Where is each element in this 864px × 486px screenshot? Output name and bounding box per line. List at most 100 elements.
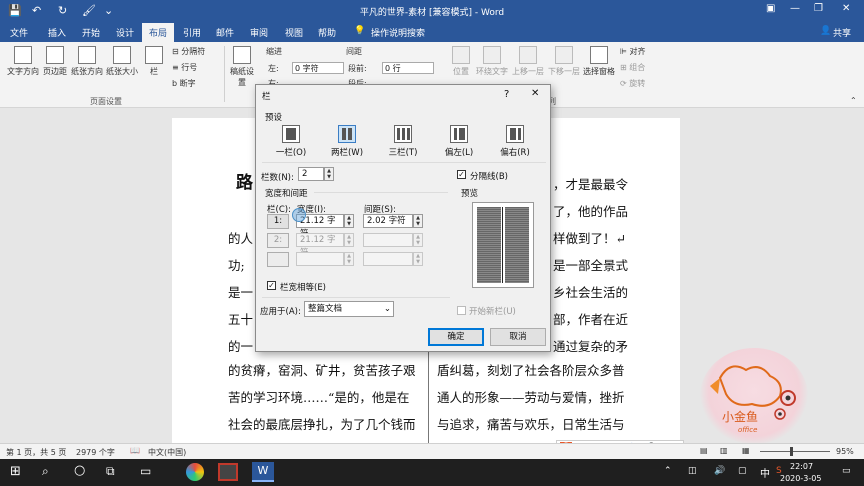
volume-icon[interactable]: 🔊 (714, 466, 725, 476)
chrome-icon[interactable] (186, 463, 204, 481)
notification-icon[interactable]: ▭ (842, 466, 851, 476)
zoom-slider-thumb[interactable] (790, 447, 793, 456)
columns-count-spinner[interactable]: ▲ ▼ (324, 167, 334, 181)
ribbon-display-icon[interactable]: ▣ (766, 3, 775, 14)
tab-help[interactable]: 帮助 (318, 26, 336, 39)
margins-button[interactable]: 页边距 (40, 46, 70, 77)
preset-one[interactable]: 一栏(O) (272, 125, 310, 158)
print-layout-icon[interactable]: ▥ (720, 446, 728, 455)
column-3-spacing-input[interactable] (363, 252, 413, 266)
hyphenation-button[interactable]: b 断字 (172, 78, 196, 89)
manuscript-button[interactable]: 稿纸设置 (230, 46, 254, 88)
page-count[interactable]: 第 1 页，共 5 页 (6, 447, 66, 458)
spacing-before-input[interactable]: 0 行 (382, 62, 434, 74)
cortana-icon[interactable]: ○ (74, 463, 85, 478)
send-backward-button[interactable]: 下移一层 (546, 46, 582, 77)
column-2-width-input[interactable]: 21.12 字符 (296, 233, 344, 258)
web-layout-icon[interactable]: ▦ (742, 446, 750, 455)
selection-pane-icon (590, 46, 608, 64)
position-button[interactable]: 位置 (448, 46, 474, 77)
wrap-text-button[interactable]: 环绕文字 (474, 46, 510, 77)
dialog-close-button[interactable]: ✕ (531, 88, 539, 99)
breaks-button[interactable]: ⊟ 分隔符 (172, 46, 205, 57)
tab-file[interactable]: 文件 (10, 26, 28, 39)
tab-view[interactable]: 视图 (285, 26, 303, 39)
preset-two[interactable]: 两栏(W) (328, 125, 366, 158)
tab-review[interactable]: 审阅 (250, 26, 268, 39)
tray-app-icon[interactable]: ▢ (738, 466, 747, 476)
separator-checkbox[interactable]: ✓ (457, 170, 466, 179)
align-button[interactable]: ⊫ 对齐 (620, 46, 646, 57)
column-1-spacing-input[interactable]: 2.02 字符 (363, 214, 413, 228)
input-method-icon[interactable]: 中 (760, 465, 770, 480)
recorder-icon[interactable] (218, 463, 238, 481)
start-icon[interactable]: ⊞ (10, 464, 21, 479)
column-2-spacing-spinner[interactable]: ▲ ▼ (413, 233, 423, 247)
tell-me-search[interactable]: 操作说明搜索 (371, 26, 425, 39)
tab-insert[interactable]: 插入 (48, 26, 66, 39)
group-button[interactable]: ⊞ 组合 (620, 62, 645, 73)
right-line: ，才是最最令 (553, 177, 629, 192)
tray-chevron-icon[interactable]: ⌃ (664, 466, 672, 476)
cursor-highlight (292, 208, 306, 222)
rotate-button[interactable]: ⟳ 旋转 (620, 78, 645, 89)
width-spacing-label: 宽度和间距 (265, 189, 308, 199)
help-button[interactable]: ? (504, 89, 509, 100)
equal-width-checkbox[interactable]: ✓ (267, 281, 276, 290)
ok-button[interactable]: 确定 (428, 328, 484, 346)
column-2-width-spinner[interactable]: ▲ ▼ (344, 233, 354, 247)
column-2-spacing-input[interactable] (363, 233, 413, 247)
column-3-width-input[interactable] (296, 252, 344, 266)
size-button[interactable]: 纸张大小 (104, 46, 140, 77)
divider (314, 192, 448, 193)
file-explorer-icon[interactable]: ▭ (140, 464, 151, 478)
apply-to-select[interactable]: 整篇文档 ⌄ (304, 301, 394, 317)
column-1-width-spinner[interactable]: ▲ ▼ (344, 214, 354, 228)
word-count[interactable]: 2979 个字 (76, 447, 115, 458)
orientation-button[interactable]: 纸张方向 (70, 46, 104, 77)
tab-design[interactable]: 设计 (116, 26, 134, 39)
language-status[interactable]: 中文(中国) (148, 447, 186, 458)
new-column-checkbox[interactable] (457, 306, 466, 315)
rotate-icon: ⟳ (620, 79, 630, 88)
column-1-spacing-spinner[interactable]: ▲ ▼ (413, 214, 423, 228)
preset-left-icon (450, 125, 468, 143)
apply-to-label: 应用于(A): (260, 307, 301, 317)
line-numbers-button[interactable]: ≡ 行号 (172, 62, 197, 73)
network-icon[interactable]: ◫ (688, 466, 697, 476)
tab-mailings[interactable]: 邮件 (216, 26, 234, 39)
column-3-width-spinner[interactable]: ▲ ▼ (344, 252, 354, 266)
share-button[interactable]: 共享 (833, 26, 851, 39)
minimize-button[interactable]: — (790, 3, 800, 14)
columns-button[interactable]: 栏 (144, 46, 164, 77)
column-3-spacing-spinner[interactable]: ▲ ▼ (413, 252, 423, 266)
restore-button[interactable]: ❐ (814, 3, 823, 14)
read-mode-icon[interactable]: ▤ (700, 446, 708, 455)
cancel-button[interactable]: 取消 (490, 328, 546, 346)
selection-pane-button[interactable]: 选择窗格 (582, 46, 616, 77)
close-button[interactable]: ✕ (842, 3, 850, 14)
zoom-slider[interactable] (760, 451, 830, 452)
tab-layout[interactable]: 布局 (142, 23, 175, 42)
preset-left[interactable]: 偏左(L) (440, 125, 478, 158)
task-view-icon[interactable]: ⧉ (106, 464, 115, 479)
preset-right[interactable]: 偏右(R) (496, 125, 534, 158)
preset-three-icon (394, 125, 412, 143)
indent-left-input[interactable]: 0 字符 (292, 62, 344, 74)
proofing-icon[interactable]: 📖 (130, 446, 140, 455)
column-2-number: 2: (267, 233, 289, 248)
search-icon[interactable]: ⌕ (42, 464, 49, 479)
preset-three[interactable]: 三栏(T) (384, 125, 422, 158)
clock-date[interactable]: 2020-3-05 (780, 474, 821, 483)
watermark-logo: 小金鱼 office (700, 348, 808, 444)
columns-count-input[interactable]: 2 (298, 167, 324, 181)
zoom-level[interactable]: 95% (836, 447, 854, 456)
clock-time[interactable]: 22:07 (790, 462, 813, 471)
bring-forward-button[interactable]: 上移一层 (510, 46, 546, 77)
text-direction-button[interactable]: 文字方向 (6, 46, 40, 77)
collapse-ribbon-icon[interactable]: ⌃ (850, 96, 857, 105)
word-app-icon[interactable]: W (252, 462, 274, 482)
tab-references[interactable]: 引用 (183, 26, 201, 39)
tab-home[interactable]: 开始 (82, 26, 100, 39)
wrap-text-icon (483, 46, 501, 64)
